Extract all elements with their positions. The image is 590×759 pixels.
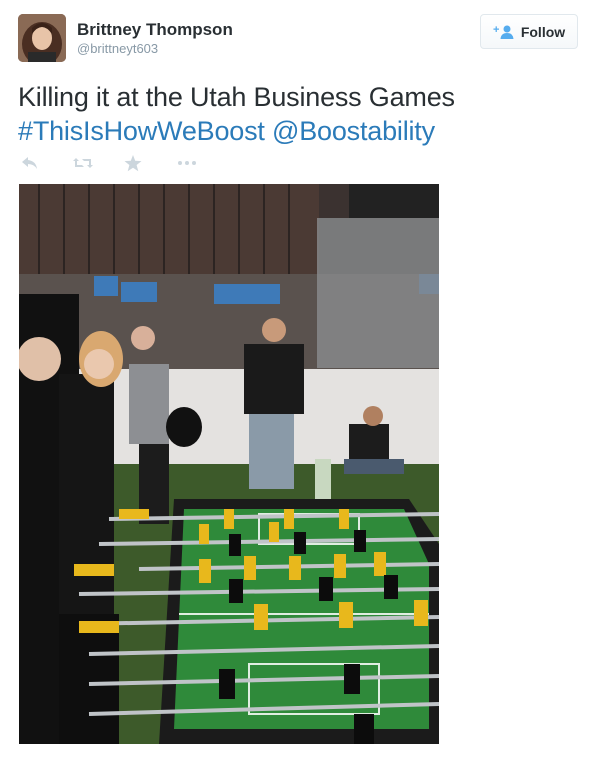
follow-button[interactable]: + Follow bbox=[480, 14, 578, 49]
user-name[interactable]: Brittney Thompson bbox=[77, 20, 233, 40]
hashtag-link[interactable]: #ThisIsHowWeBoost bbox=[18, 116, 265, 146]
add-user-icon: + bbox=[493, 24, 515, 40]
user-handle[interactable]: @brittneyt603 bbox=[77, 41, 158, 56]
avatar[interactable] bbox=[18, 14, 66, 62]
tweet-actions bbox=[20, 152, 228, 174]
favorite-button[interactable] bbox=[124, 152, 176, 174]
reply-icon bbox=[22, 157, 37, 169]
foosball-photo bbox=[19, 184, 439, 744]
tweet-text: Killing it at the Utah Business Games #T… bbox=[18, 80, 578, 148]
tweet-body: Killing it at the Utah Business Games bbox=[18, 82, 455, 112]
retweet-icon bbox=[73, 158, 93, 168]
follow-label: Follow bbox=[520, 23, 566, 40]
reply-button[interactable] bbox=[20, 152, 72, 174]
tweet-header: Brittney Thompson @brittneyt603 + Follow bbox=[18, 14, 578, 66]
tweet-photo[interactable] bbox=[19, 184, 439, 744]
mention-link[interactable]: @Boostability bbox=[272, 116, 435, 146]
retweet-button[interactable] bbox=[72, 152, 124, 174]
more-icon bbox=[178, 161, 196, 165]
more-button[interactable] bbox=[176, 152, 228, 174]
svg-text:+: + bbox=[493, 24, 499, 36]
star-icon bbox=[124, 154, 142, 171]
